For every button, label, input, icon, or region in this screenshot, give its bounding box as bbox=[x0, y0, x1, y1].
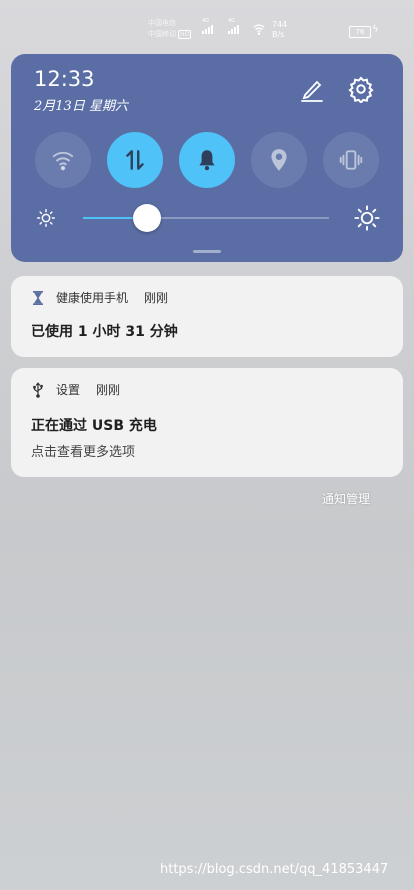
charging-icon: ϟ bbox=[372, 24, 379, 35]
hourglass-icon bbox=[33, 290, 43, 305]
carrier-2: 中国移动 bbox=[148, 30, 176, 38]
carrier-info: 中国电信 中国移动 HD bbox=[148, 18, 192, 40]
brightness-low-icon bbox=[37, 209, 55, 227]
notification-header: 健康使用手机 刚刚 bbox=[30, 289, 168, 306]
notification-title: 正在通过 USB 充电 bbox=[31, 418, 157, 434]
quick-settings-panel: 12:33 2月13日 星期六 bbox=[11, 54, 403, 262]
gear-icon[interactable] bbox=[347, 75, 375, 103]
notification-time: 刚刚 bbox=[144, 291, 169, 305]
panel-drag-handle[interactable] bbox=[193, 250, 221, 253]
network-type-2: 4G bbox=[228, 18, 236, 24]
usb-icon bbox=[33, 381, 43, 398]
notification-app-name: 设置 bbox=[56, 383, 81, 397]
notification-time: 刚刚 bbox=[96, 383, 121, 397]
notification-digital-wellbeing[interactable]: 健康使用手机 刚刚 已使用 1 小时 31 分钟 bbox=[11, 276, 403, 357]
carrier-1: 中国电信 bbox=[148, 19, 176, 27]
notification-usb-charging[interactable]: 设置 刚刚 正在通过 USB 充电 点击查看更多选项 bbox=[11, 368, 403, 477]
notification-header: 设置 刚刚 bbox=[30, 381, 120, 398]
sound-toggle[interactable] bbox=[179, 132, 235, 188]
notification-subtitle: 点击查看更多选项 bbox=[31, 445, 136, 460]
status-bar: 中国电信 中国移动 HD 4G 4G 744 B/s 76 ϟ bbox=[0, 0, 414, 48]
watermark-text: https://blog.csdn.net/qq_41853447 bbox=[160, 862, 389, 877]
edit-icon[interactable] bbox=[298, 76, 326, 104]
wifi-status-icon bbox=[253, 24, 265, 35]
wifi-icon bbox=[52, 151, 74, 171]
brightness-high-icon bbox=[354, 205, 380, 231]
network-speed-value: 744 bbox=[272, 20, 288, 29]
location-toggle[interactable] bbox=[251, 132, 307, 188]
clock-date[interactable]: 2月13日 星期六 bbox=[34, 95, 128, 114]
notification-management-link[interactable]: 通知管理 bbox=[322, 490, 370, 507]
brightness-thumb[interactable] bbox=[133, 204, 161, 232]
vibrate-icon bbox=[339, 150, 363, 170]
network-speed: 744 B/s bbox=[272, 20, 287, 40]
location-icon bbox=[271, 149, 287, 171]
quick-toggle-row bbox=[35, 132, 385, 190]
mobile-data-toggle[interactable] bbox=[107, 132, 163, 188]
battery-indicator: 76 bbox=[349, 26, 371, 38]
notification-app-name: 健康使用手机 bbox=[56, 291, 129, 305]
mobile-data-icon bbox=[126, 150, 144, 170]
bell-icon bbox=[199, 150, 215, 171]
vibrate-toggle[interactable] bbox=[323, 132, 379, 188]
network-type-1: 4G bbox=[202, 18, 210, 24]
wifi-toggle[interactable] bbox=[35, 132, 91, 188]
hd-badge: HD bbox=[178, 30, 192, 39]
brightness-slider[interactable] bbox=[83, 204, 329, 232]
network-speed-unit: B/s bbox=[272, 30, 285, 39]
notification-title: 已使用 1 小时 31 分钟 bbox=[31, 324, 178, 340]
clock-time[interactable]: 12:33 bbox=[34, 67, 95, 91]
brightness-row bbox=[35, 204, 385, 234]
